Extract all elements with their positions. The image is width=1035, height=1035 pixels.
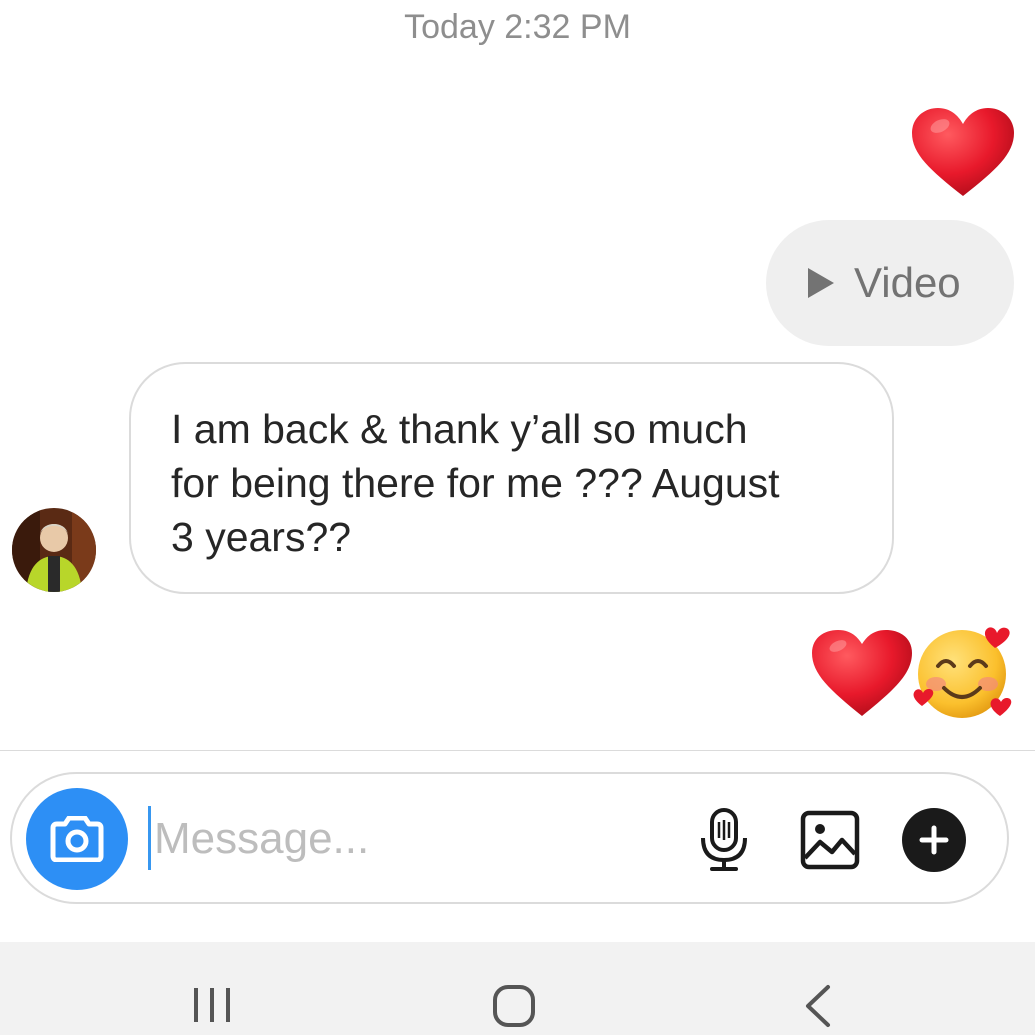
microphone-icon [701,808,747,871]
home-icon[interactable] [492,984,536,1028]
divider [0,750,1035,751]
smiling-face-with-hearts-emoji [913,627,1012,718]
video-label: Video [854,259,961,306]
conversation-timestamp: Today 2:32 PM [404,8,631,46]
emoji-message[interactable] [810,626,1015,722]
video-message-bubble[interactable]: Video [766,220,1014,346]
avatar-photo [12,508,96,592]
heart-emoji [812,630,912,716]
play-icon [808,268,834,298]
message-input[interactable] [154,804,674,874]
text-cursor [148,806,151,870]
plus-icon [919,825,949,855]
message-text-line: 3 years?? [171,514,352,560]
camera-button[interactable] [26,788,128,890]
incoming-message-bubble[interactable]: I am back & thank y’all so much for bein… [129,362,894,594]
message-composer [10,772,1009,904]
recents-icon[interactable] [190,986,234,1024]
message-text-line: I am back & thank y’all so much [171,406,748,452]
gallery-button[interactable] [800,810,860,870]
gallery-icon [800,810,860,870]
back-icon[interactable] [802,984,832,1028]
camera-icon [50,816,104,862]
plus-button[interactable] [902,808,966,872]
system-navigation-bar [0,942,1035,1035]
message-text-line: for being there for me ??? August [171,460,780,506]
heart-emoji[interactable] [910,106,1016,198]
microphone-button[interactable] [698,808,750,872]
avatar[interactable] [12,508,96,592]
